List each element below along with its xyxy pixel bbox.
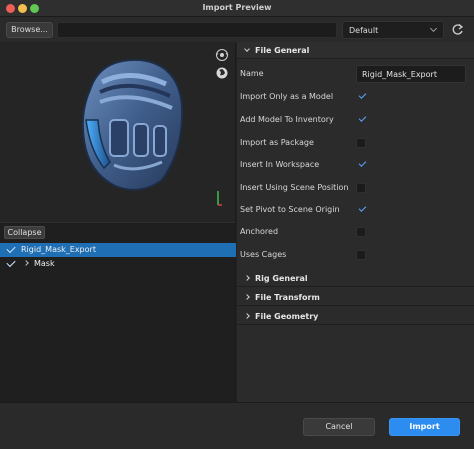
section-file-general[interactable]: File General bbox=[237, 42, 474, 59]
import-settings-panel: File General Name Rigid_Mask_Export Impo… bbox=[237, 42, 474, 402]
orbit-icon[interactable] bbox=[215, 48, 229, 62]
file-path-field[interactable] bbox=[57, 22, 337, 38]
option-import-only-as-model: Import Only as a Model bbox=[237, 86, 474, 108]
option-checkbox[interactable] bbox=[356, 115, 366, 125]
option-insert-using-scene-position: Insert Using Scene Position bbox=[237, 177, 474, 199]
name-input[interactable]: Rigid_Mask_Export bbox=[356, 65, 466, 83]
chevron-right-icon bbox=[244, 275, 250, 281]
model-viewport[interactable] bbox=[0, 42, 236, 222]
axis-gizmo-icon bbox=[217, 191, 222, 206]
checkmark-icon[interactable] bbox=[6, 243, 16, 254]
chevron-right-icon bbox=[244, 313, 250, 319]
tree-item-rigid-mask-export[interactable]: Rigid_Mask_Export bbox=[0, 243, 236, 257]
option-label: Insert In Workspace bbox=[240, 160, 320, 169]
option-anchored: Anchored bbox=[237, 221, 474, 243]
property-name: Name Rigid_Mask_Export bbox=[237, 63, 474, 85]
refresh-icon bbox=[452, 24, 464, 35]
section-title: File General bbox=[255, 46, 310, 55]
tree-item-label: Mask bbox=[34, 259, 55, 268]
section-title: File Transform bbox=[255, 293, 320, 302]
property-label: Name bbox=[240, 69, 264, 78]
refresh-button[interactable] bbox=[448, 21, 468, 39]
import-button[interactable]: Import bbox=[389, 418, 460, 436]
option-checkbox[interactable] bbox=[356, 227, 366, 237]
option-label: Insert Using Scene Position bbox=[240, 183, 349, 192]
option-label: Uses Cages bbox=[240, 250, 287, 259]
window-title: Import Preview bbox=[202, 3, 272, 12]
option-label: Anchored bbox=[240, 227, 279, 236]
option-import-as-package: Import as Package bbox=[237, 132, 474, 154]
checkmark-icon[interactable] bbox=[6, 257, 16, 268]
chevron-down-icon bbox=[429, 24, 438, 33]
chevron-right-icon bbox=[244, 294, 250, 300]
cancel-button[interactable]: Cancel bbox=[303, 418, 375, 436]
tree-item-label: Rigid_Mask_Export bbox=[21, 245, 96, 254]
name-value: Rigid_Mask_Export bbox=[362, 70, 437, 79]
option-insert-in-workspace: Insert In Workspace bbox=[237, 154, 474, 176]
helmet-model bbox=[81, 58, 184, 191]
preset-value: Default bbox=[349, 26, 379, 35]
option-checkbox[interactable] bbox=[356, 138, 366, 148]
preset-dropdown[interactable]: Default bbox=[342, 21, 444, 39]
option-checkbox[interactable] bbox=[356, 250, 366, 260]
option-uses-cages: Uses Cages bbox=[237, 244, 474, 266]
globe-icon[interactable] bbox=[215, 66, 229, 80]
chevron-down-icon bbox=[244, 46, 250, 52]
dialog-footer: Cancel Import bbox=[0, 402, 474, 449]
hierarchy-panel: Collapse Rigid_Mask_Export Mask bbox=[0, 222, 236, 402]
option-checkbox[interactable] bbox=[356, 160, 366, 170]
chevron-right-icon[interactable] bbox=[23, 260, 29, 266]
toolbar: Browse... Default bbox=[0, 17, 474, 42]
option-checkbox[interactable] bbox=[356, 205, 366, 215]
tree-item-mask[interactable]: Mask bbox=[0, 257, 236, 271]
option-add-model-to-inventory: Add Model To Inventory bbox=[237, 109, 474, 131]
option-checkbox[interactable] bbox=[356, 92, 366, 102]
section-file-transform[interactable]: File Transform bbox=[237, 289, 474, 306]
section-title: Rig General bbox=[255, 274, 308, 283]
section-rig-general[interactable]: Rig General bbox=[237, 270, 474, 287]
option-label: Set Pivot to Scene Origin bbox=[240, 205, 340, 214]
option-label: Import Only as a Model bbox=[240, 92, 334, 101]
section-file-geometry[interactable]: File Geometry bbox=[237, 308, 474, 325]
option-set-pivot-to-scene-origin: Set Pivot to Scene Origin bbox=[237, 199, 474, 221]
option-checkbox[interactable] bbox=[356, 183, 366, 193]
browse-button[interactable]: Browse... bbox=[6, 22, 53, 38]
section-title: File Geometry bbox=[255, 312, 319, 321]
option-label: Add Model To Inventory bbox=[240, 115, 334, 124]
collapse-button[interactable]: Collapse bbox=[4, 226, 45, 239]
title-bar: Import Preview bbox=[0, 0, 474, 17]
option-label: Import as Package bbox=[240, 138, 314, 147]
